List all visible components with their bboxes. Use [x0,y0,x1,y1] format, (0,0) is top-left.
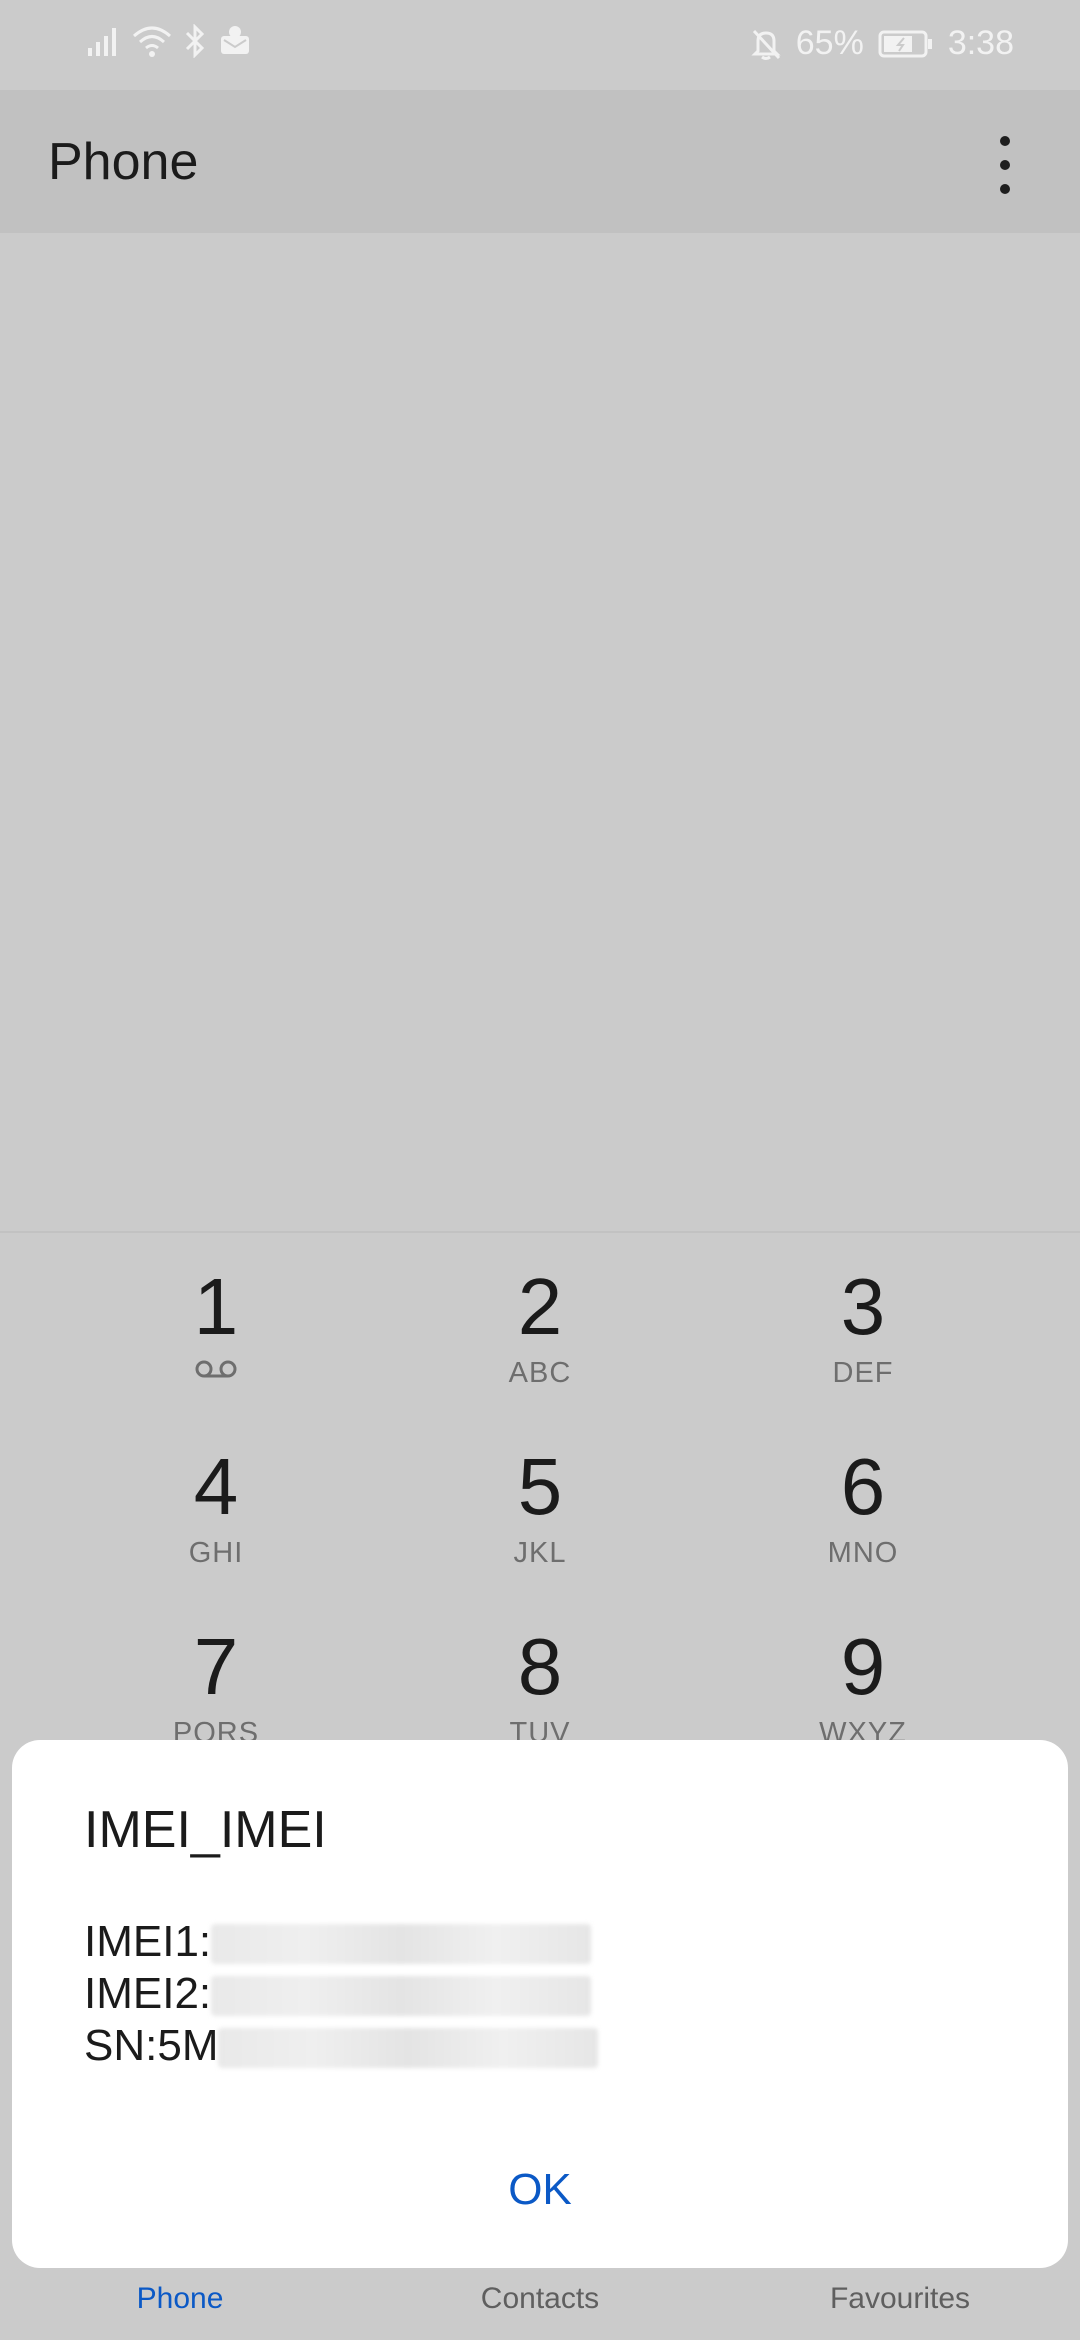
page-title: Phone [48,133,199,191]
imei1-line: IMEI1: [84,1916,598,1968]
imei1-label: IMEI1: [84,1917,212,1966]
key-5[interactable]: 5 JKL [390,1413,690,1593]
tab-contacts[interactable]: Contacts [360,2282,720,2316]
imei1-redacted-value [211,1924,592,1965]
key-4[interactable]: 4 GHI [66,1413,366,1593]
battery-icon [878,29,934,59]
key-digit: 8 [517,1622,563,1711]
dial-keypad: 1 2 ABC 3 DEF 4 GHI 5 JKL 6 MNO 7 PQRS 8… [0,1233,1080,1773]
ok-button[interactable]: OK [440,2150,640,2230]
voicemail-icon [194,1360,238,1383]
status-right-icons: 65% 3:38 [750,24,1014,63]
key-letters: JKL [513,1537,567,1569]
sn-redacted-value [218,2028,599,2069]
key-letters: MNO [827,1537,899,1569]
key-letters: DEF [832,1357,894,1389]
key-1[interactable]: 1 [66,1233,366,1413]
key-3[interactable]: 3 DEF [713,1233,1013,1413]
tab-favourites[interactable]: Favourites [720,2282,1080,2316]
key-digit: 6 [840,1442,886,1531]
notification-app-icon [218,24,252,58]
imei-dialog: IMEI_IMEI IMEI1: IMEI2: SN:5M OK [12,1740,1068,2268]
app-bar: Phone [0,90,1080,233]
status-bar: 65% 3:38 [0,0,1080,90]
key-digit: 3 [840,1262,886,1351]
key-letters: GHI [188,1537,244,1569]
dialog-title: IMEI_IMEI [84,1801,327,1859]
imei2-line: IMEI2: [84,1968,598,2020]
bluetooth-icon [184,24,206,58]
key-6[interactable]: 6 MNO [713,1413,1013,1593]
tab-phone[interactable]: Phone [0,2282,360,2316]
sn-label: SN:5M [84,2021,219,2070]
status-left-icons [86,24,252,58]
more-dot-icon [1000,160,1010,170]
key-letters: ABC [508,1357,572,1389]
key-2[interactable]: 2 ABC [390,1233,690,1413]
imei2-label: IMEI2: [84,1969,212,2018]
imei2-redacted-value [211,1976,592,2017]
more-dot-icon [1000,136,1010,146]
wifi-icon [132,24,172,58]
more-dot-icon [1000,184,1010,194]
key-digit: 9 [840,1622,886,1711]
clock: 3:38 [947,24,1014,62]
dialed-number-area [0,233,1080,1231]
dialog-body: IMEI1: IMEI2: SN:5M [84,1916,599,2072]
key-digit: 1 [193,1262,239,1351]
key-digit: 7 [193,1622,239,1711]
more-options-button[interactable] [978,130,1034,200]
key-digit: 5 [517,1442,563,1531]
bell-off-icon [750,27,782,61]
signal-icon [86,24,120,58]
key-digit: 4 [193,1442,239,1531]
battery-percent: 65% [795,24,864,62]
sn-line: SN:5M [84,2020,599,2072]
key-digit: 2 [517,1262,563,1351]
